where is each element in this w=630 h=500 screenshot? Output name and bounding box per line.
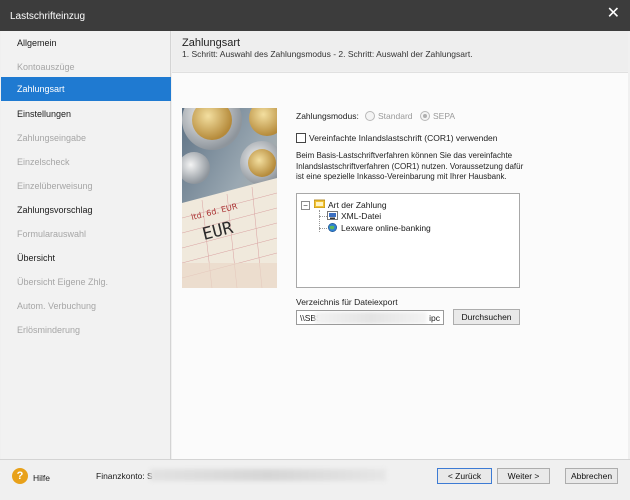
close-icon[interactable]: ✕ bbox=[607, 6, 620, 22]
sidebar-item-uebersicht-eigene: Übersicht Eigene Zhlg. bbox=[17, 277, 109, 287]
euro-coins-image: EUR ltd. 6d. EUR bbox=[182, 108, 277, 288]
cor1-description: Beim Basis-Lastschriftverfahren können S… bbox=[296, 151, 524, 181]
sidebar-item-einstellungen[interactable]: Einstellungen bbox=[1, 102, 171, 126]
export-dir-label: Verzeichnis für Dateiexport bbox=[296, 297, 398, 307]
tree-connector bbox=[319, 216, 327, 217]
page-header: Zahlungsart 1. Schritt: Auswahl des Zahl… bbox=[172, 31, 628, 71]
mode-sepa-radio bbox=[420, 111, 430, 121]
main-panel: EUR ltd. 6d. EUR Zahlungsmodus: Standard… bbox=[172, 72, 628, 459]
sidebar-item-allgemein[interactable]: Allgemein bbox=[1, 31, 171, 55]
xml-file-icon bbox=[327, 211, 338, 220]
globe-icon bbox=[328, 223, 337, 232]
sidebar-item-zahlungseingabe: Zahlungseingabe bbox=[17, 133, 87, 143]
finanzkonto-redaction bbox=[150, 469, 386, 481]
page-subtitle: 1. Schritt: Auswahl des Zahlungsmodus - … bbox=[182, 49, 473, 59]
next-button[interactable]: Weiter > bbox=[497, 468, 550, 484]
payment-mode-label: Zahlungsmodus: bbox=[296, 111, 359, 121]
sidebar-item-zahlungsvorschlag[interactable]: Zahlungsvorschlag bbox=[1, 198, 171, 222]
sidebar-item-uebersicht[interactable]: Übersicht bbox=[1, 246, 171, 270]
footer-bar: ? Hilfe Finanzkonto: S < Zurück Weiter >… bbox=[0, 459, 630, 500]
sidebar-item-zahlungsart[interactable]: Zahlungsart bbox=[1, 77, 171, 101]
sidebar-item-formularauswahl: Formularauswahl bbox=[17, 229, 87, 239]
tree-node-root[interactable]: Art der Zahlung bbox=[328, 200, 387, 210]
finanzkonto-label: Finanzkonto: S bbox=[96, 471, 153, 481]
mode-standard-label: Standard bbox=[378, 111, 413, 121]
export-dir-value-end: ipc bbox=[429, 313, 440, 323]
browse-button[interactable]: Durchsuchen bbox=[453, 309, 520, 325]
back-button[interactable]: < Zurück bbox=[437, 468, 492, 484]
tree-collapse-icon[interactable]: − bbox=[301, 201, 310, 210]
window-title: Lastschrifteinzug bbox=[10, 11, 86, 22]
help-icon[interactable]: ? bbox=[12, 468, 28, 484]
sidebar-item-autom-verbuchung: Autom. Verbuchung bbox=[17, 301, 97, 311]
title-bar: Lastschrifteinzug ✕ bbox=[0, 0, 630, 31]
sidebar-item-einzelscheck: Einzelscheck bbox=[17, 157, 70, 167]
export-dir-redaction bbox=[315, 312, 427, 324]
cor1-label[interactable]: Vereinfachte Inlandslastschrift (COR1) v… bbox=[309, 133, 498, 143]
cor1-checkbox[interactable] bbox=[296, 133, 306, 143]
cancel-button[interactable]: Abbrechen bbox=[565, 468, 618, 484]
mode-standard-radio bbox=[365, 111, 375, 121]
tree-node-xml-datei[interactable]: XML-Datei bbox=[341, 211, 381, 221]
sidebar: Allgemein Kontoauszüge Zahlungsart Einst… bbox=[1, 31, 171, 459]
sidebar-item-kontoauszuege: Kontoauszüge bbox=[17, 62, 75, 72]
sidebar-item-einzelueberweisung: Einzelüberweisung bbox=[17, 181, 93, 191]
page-title: Zahlungsart bbox=[182, 37, 241, 49]
sidebar-item-erloesminderung: Erlösminderung bbox=[17, 325, 81, 335]
export-dir-input[interactable]: \\SBS ipc bbox=[296, 310, 444, 325]
folder-icon bbox=[314, 199, 325, 208]
tree-connector bbox=[319, 228, 327, 229]
payment-type-tree: − Art der Zahlung XML-Datei Lexware onli… bbox=[296, 193, 520, 288]
mode-sepa-label: SEPA bbox=[433, 111, 456, 121]
help-link[interactable]: Hilfe bbox=[33, 473, 50, 483]
tree-node-online-banking[interactable]: Lexware online-banking bbox=[341, 223, 431, 233]
